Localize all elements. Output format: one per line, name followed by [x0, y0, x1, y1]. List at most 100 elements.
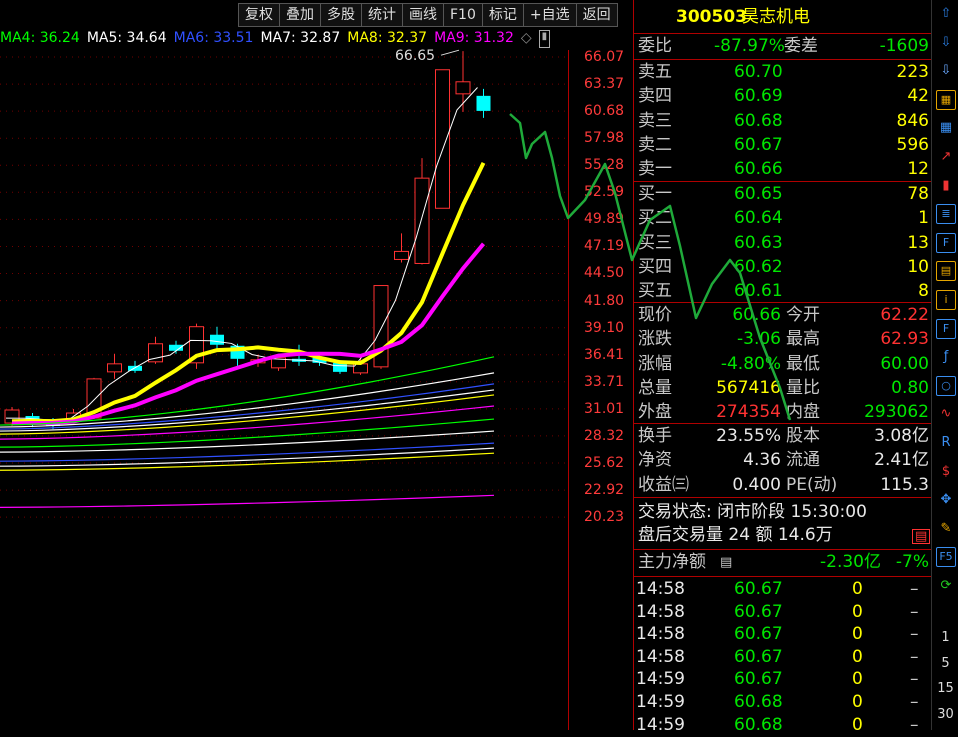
- ma-legend: MA4: 36.24 MA5: 34.64 MA6: 33.51 MA7: 32.87…: [0, 30, 551, 48]
- toolbar-btn-5[interactable]: F10: [444, 3, 483, 27]
- fund-label: 净资: [638, 450, 672, 471]
- tick-price: 60.67: [734, 579, 783, 599]
- fund-value: 23.55%: [716, 426, 781, 446]
- tick-row: 14:59 60.67 0 –: [634, 668, 931, 691]
- report-icon[interactable]: ▤: [912, 529, 931, 544]
- list-icon[interactable]: ≣: [936, 204, 956, 225]
- ma-legend-item-4: MA4: 36.24: [0, 30, 80, 46]
- bids-label: 买五: [638, 281, 672, 302]
- main-flow-label: 主力净额: [638, 552, 706, 572]
- asks-volume: 223: [896, 62, 929, 82]
- bids-row: 买二 60.64 1: [634, 207, 931, 230]
- main-flow-row[interactable]: 主力净额 ▤ -2.30亿 -7%: [634, 551, 931, 574]
- fiz-icon[interactable]: F: [936, 318, 956, 339]
- quote-label: 现价: [638, 305, 672, 325]
- tick-row: 14:59 60.68 0 –: [634, 691, 931, 714]
- toolbar-btn-8[interactable]: 返回: [576, 3, 618, 27]
- quote-value: 62.22: [880, 305, 929, 325]
- quote-row: 涨跌 -3.06 最高 62.93: [634, 328, 931, 351]
- tick-time: 14:58: [636, 646, 685, 667]
- asks-price: 60.69: [734, 86, 783, 107]
- panel-toggle-icon[interactable]: ▮: [538, 30, 551, 48]
- asks-label: 卖三: [638, 110, 672, 131]
- candle-body: [414, 177, 430, 264]
- arrow-down-icon[interactable]: ⇩: [936, 33, 956, 53]
- f5-icon[interactable]: F5: [936, 547, 956, 568]
- quote-label: 涨跌: [638, 329, 672, 350]
- quote-value: 0.80: [891, 377, 929, 398]
- ma-line-10: [11, 162, 486, 424]
- fund-value: 0.400: [732, 474, 781, 495]
- formula-icon[interactable]: ƒ: [936, 347, 956, 367]
- asks-row: 卖三 60.68 846: [634, 110, 931, 133]
- fund-row: 换手 23.55% 股本 3.08亿: [634, 425, 931, 448]
- weibi-value: -87.97%: [714, 36, 785, 56]
- candle-body: [394, 250, 409, 260]
- tick-volume: 0: [852, 601, 863, 622]
- asks-row: 卖五 60.70 223: [634, 61, 931, 84]
- kline-chart-area[interactable]: 复权 叠加 多股 统计 画线 F10 标记 +自选 返回 MA4: 36.24 MA5: 34.6…: [0, 0, 792, 730]
- tick-time: 14:59: [636, 714, 685, 735]
- line-chart-icon[interactable]: ↗: [936, 147, 956, 167]
- toolbar-btn-2[interactable]: 多股: [321, 3, 362, 27]
- quote-panel: 300503 昊志机电 委比 -87.97% 委差 -1609 卖五 60.70 2…: [633, 0, 931, 735]
- period-30[interactable]: 30: [932, 707, 958, 722]
- max-price-label: 66.65: [395, 48, 435, 64]
- move-icon[interactable]: ✥: [936, 490, 956, 510]
- quote-label: 最高: [786, 329, 820, 350]
- grid-icon[interactable]: ▦: [936, 118, 956, 138]
- bids-volume: 78: [907, 184, 929, 204]
- bids-label: 买四: [638, 256, 672, 277]
- toolbar-btn-4[interactable]: 画线: [403, 3, 444, 27]
- quote-row: 现价 60.66 今开 62.22: [634, 304, 931, 327]
- arrow-up-icon[interactable]: ⇧: [936, 4, 956, 24]
- quote-row: 外盘 274354 内盘 293062: [634, 401, 931, 424]
- tick-volume: 0: [852, 624, 863, 645]
- wave-icon[interactable]: ∿: [936, 404, 956, 424]
- dollar-icon[interactable]: $: [936, 462, 956, 482]
- toolbar-btn-3[interactable]: 统计: [362, 3, 403, 27]
- toolbar-btn-6[interactable]: 标记: [482, 3, 524, 27]
- tick-price: 60.68: [734, 692, 783, 712]
- asks-price: 60.70: [734, 62, 783, 82]
- tick-time: 14:58: [636, 601, 685, 622]
- tick-volume: 0: [852, 692, 863, 712]
- period-15[interactable]: 15: [932, 681, 958, 696]
- tick-flag: –: [910, 669, 919, 690]
- bids-label: 买二: [638, 208, 672, 229]
- finance-icon[interactable]: ▤: [936, 261, 956, 282]
- toolbar-btn-7[interactable]: +自选: [523, 3, 577, 27]
- fund-label: PE(动): [786, 474, 838, 495]
- bids-volume: 1: [918, 208, 929, 229]
- diamond-icon[interactable]: ◇: [521, 30, 532, 48]
- list-icon[interactable]: ▤: [720, 551, 732, 574]
- toolbar-btn-1[interactable]: 叠加: [280, 3, 321, 27]
- candle-body: [210, 334, 224, 345]
- tick-row: 14:59 60.68 0 –: [634, 714, 931, 737]
- bids-volume: 10: [907, 256, 929, 277]
- bids-price: 60.63: [734, 232, 783, 253]
- after-hours-text: 盘后交易量 24 额 14.6万: [638, 525, 833, 545]
- bids-price: 60.61: [734, 281, 783, 302]
- tick-flag: –: [910, 601, 919, 622]
- report-icon[interactable]: ▦: [936, 89, 956, 110]
- tick-time: 14:58: [636, 579, 685, 599]
- stock-name: 昊志机电: [742, 7, 810, 27]
- max-arrow: [440, 49, 460, 56]
- kline-chart[interactable]: 66.65: [0, 48, 792, 730]
- tick-time: 14:59: [636, 692, 685, 712]
- candle-icon[interactable]: ▮: [936, 176, 956, 196]
- period-1[interactable]: 1: [932, 630, 958, 645]
- weibi-row: 委比 -87.97% 委差 -1609: [634, 35, 931, 58]
- rsi-icon[interactable]: R: [936, 433, 956, 453]
- refresh-icon[interactable]: ⟳: [936, 576, 956, 596]
- bids-label: 买一: [638, 184, 672, 204]
- pencil-icon[interactable]: ✎: [936, 519, 956, 539]
- period-5[interactable]: 5: [932, 656, 958, 671]
- info-icon[interactable]: i: [936, 290, 956, 310]
- f10-icon[interactable]: F: [936, 232, 956, 253]
- quote-value: 567416: [716, 377, 781, 398]
- circle-icon[interactable]: ○: [936, 375, 956, 396]
- arrow-down-outline-icon[interactable]: ⇩: [936, 61, 956, 81]
- toolbar-btn-0[interactable]: 复权: [238, 3, 280, 27]
